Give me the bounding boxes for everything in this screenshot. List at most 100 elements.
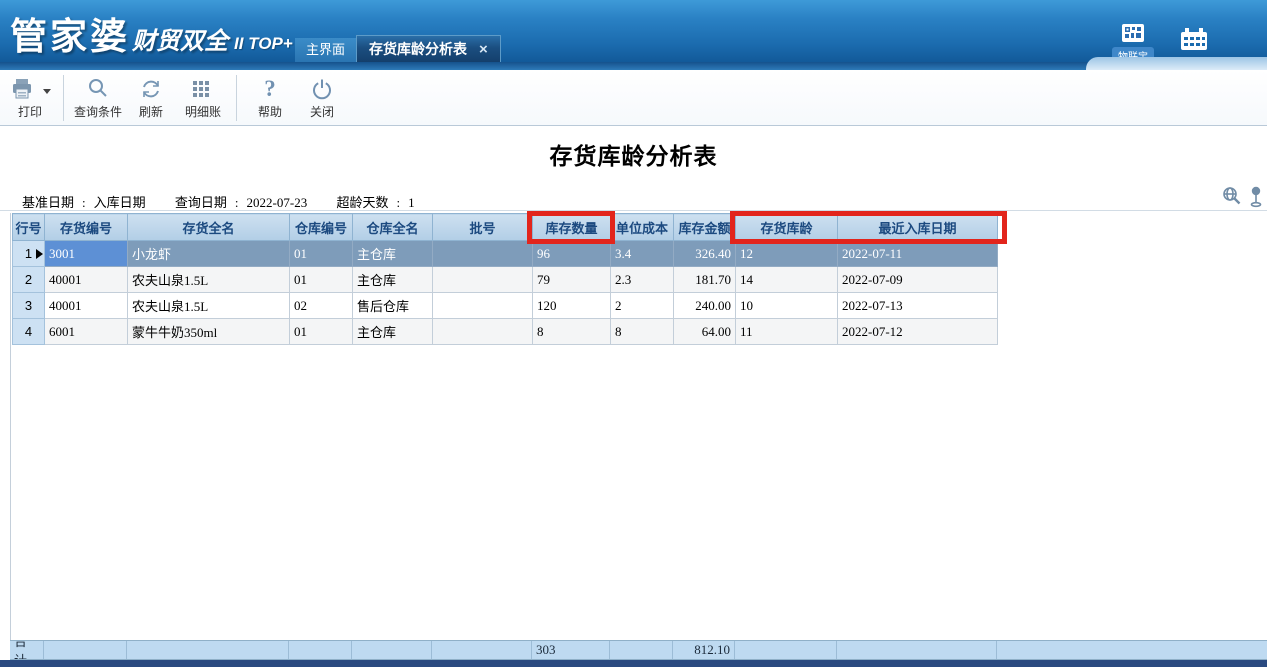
tab-bar: 主界面 存货库龄分析表 × <box>295 35 501 62</box>
search-icon <box>86 75 110 102</box>
cell[interactable]: 2022-07-13 <box>838 293 998 319</box>
close-icon[interactable]: × <box>479 42 488 57</box>
report-corner-tools <box>1221 186 1263 213</box>
cell[interactable]: 主仓库 <box>353 267 433 293</box>
product-name: 财贸双全 <box>132 21 228 56</box>
tab-main-label: 主界面 <box>306 42 345 57</box>
column-header-8[interactable]: 库存金额 <box>674 214 736 241</box>
filter-base-date: 基准日期:入库日期 <box>22 195 149 210</box>
cell[interactable]: 2.3 <box>611 267 674 293</box>
cell[interactable] <box>433 241 533 267</box>
refresh-button[interactable]: 刷新 <box>128 73 174 123</box>
chevron-down-icon[interactable] <box>43 89 51 94</box>
qr-code-icon <box>1120 31 1146 48</box>
cell[interactable]: 6001 <box>45 319 128 345</box>
printer-icon <box>10 75 34 102</box>
detail-ledger-label: 明细账 <box>185 103 221 120</box>
tab-report-label: 存货库龄分析表 <box>369 37 467 61</box>
cell[interactable]: 02 <box>290 293 353 319</box>
cell[interactable]: 181.70 <box>674 267 736 293</box>
cell[interactable]: 2022-07-11 <box>838 241 998 267</box>
cell[interactable]: 2 <box>611 293 674 319</box>
cell[interactable] <box>433 293 533 319</box>
cell[interactable]: 4 <box>13 319 45 345</box>
tab-inventory-aging-report[interactable]: 存货库龄分析表 × <box>356 35 501 62</box>
locate-icon[interactable] <box>1249 186 1263 213</box>
cell[interactable]: 3001 <box>45 241 128 267</box>
qty-total: 303 <box>532 641 610 659</box>
table-row[interactable]: 46001蒙牛牛奶350ml01主仓库8864.00112022-07-12 <box>13 319 998 345</box>
cell[interactable]: 01 <box>290 267 353 293</box>
column-header-6[interactable]: 库存数量 <box>533 214 611 241</box>
toolbar: 打印 查询条件 刷新 <box>0 70 1267 126</box>
cell[interactable]: 01 <box>290 319 353 345</box>
amount-total: 812.10 <box>673 641 735 659</box>
cell[interactable] <box>433 319 533 345</box>
cell[interactable]: 3.4 <box>611 241 674 267</box>
cell[interactable]: 小龙虾 <box>128 241 290 267</box>
query-conditions-label: 查询条件 <box>74 103 122 120</box>
cell[interactable]: 主仓库 <box>353 241 433 267</box>
cell[interactable]: 2022-07-09 <box>838 267 998 293</box>
tab-main[interactable]: 主界面 <box>295 38 356 62</box>
app-window: 管家婆 财贸双全 II TOP+ 物联宝 <box>0 0 1267 667</box>
calendar-icon[interactable] <box>1178 28 1210 57</box>
column-header-4[interactable]: 仓库全名 <box>353 214 433 241</box>
cell[interactable]: 01 <box>290 241 353 267</box>
cell[interactable]: 8 <box>611 319 674 345</box>
cell[interactable]: 售后仓库 <box>353 293 433 319</box>
query-conditions-button[interactable]: 查询条件 <box>74 73 122 123</box>
cell[interactable]: 326.40 <box>674 241 736 267</box>
column-header-2[interactable]: 存货全名 <box>128 214 290 241</box>
column-header-1[interactable]: 存货编号 <box>45 214 128 241</box>
totals-label: 合计 <box>10 641 44 659</box>
cell[interactable]: 1 <box>13 241 45 267</box>
detail-ledger-button[interactable]: 明细账 <box>180 73 226 123</box>
cell[interactable] <box>433 267 533 293</box>
column-header-0[interactable]: 行号 <box>13 214 45 241</box>
refresh-icon <box>139 75 163 102</box>
cell[interactable]: 2022-07-12 <box>838 319 998 345</box>
cell[interactable]: 12 <box>736 241 838 267</box>
column-header-3[interactable]: 仓库编号 <box>290 214 353 241</box>
cell[interactable]: 40001 <box>45 293 128 319</box>
print-button[interactable]: 打印 <box>7 73 53 123</box>
close-window-button[interactable]: 关闭 <box>299 73 345 123</box>
cell[interactable]: 3 <box>13 293 45 319</box>
cell[interactable]: 8 <box>533 319 611 345</box>
close-button-label: 关闭 <box>310 103 334 120</box>
cell[interactable]: 农夫山泉1.5L <box>128 293 290 319</box>
cell[interactable]: 11 <box>736 319 838 345</box>
cell[interactable]: 64.00 <box>674 319 736 345</box>
cell[interactable]: 79 <box>533 267 611 293</box>
cell[interactable]: 蒙牛牛奶350ml <box>128 319 290 345</box>
cell[interactable]: 主仓库 <box>353 319 433 345</box>
app-header: 管家婆 财贸双全 II TOP+ 物联宝 <box>0 0 1267 62</box>
cell[interactable]: 240.00 <box>674 293 736 319</box>
table-header-row: 行号存货编号存货全名仓库编号仓库全名批号库存数量单位成本库存金额存货库龄最近入库… <box>13 214 998 241</box>
column-header-5[interactable]: 批号 <box>433 214 533 241</box>
column-header-10[interactable]: 最近入库日期 <box>838 214 998 241</box>
inventory-aging-table: 行号存货编号存货全名仓库编号仓库全名批号库存数量单位成本库存金额存货库龄最近入库… <box>12 213 998 345</box>
table-row[interactable]: 240001农夫山泉1.5L01主仓库 792.3181.70142022-07-… <box>13 267 998 293</box>
table-row[interactable]: 340001农夫山泉1.5L02售后仓库 1202240.00102022-07-… <box>13 293 998 319</box>
filter-overage-days: 超龄天数:1 <box>336 195 414 210</box>
cell[interactable]: 96 <box>533 241 611 267</box>
cell[interactable]: 2 <box>13 267 45 293</box>
column-header-9[interactable]: 存货库龄 <box>736 214 838 241</box>
page-title: 存货库龄分析表 <box>0 137 1267 171</box>
edition-name: II TOP+ <box>234 34 293 54</box>
column-header-7[interactable]: 单位成本 <box>611 214 674 241</box>
help-button[interactable]: ? 帮助 <box>247 73 293 123</box>
cell[interactable]: 40001 <box>45 267 128 293</box>
zoom-icon[interactable] <box>1221 186 1243 213</box>
cell[interactable]: 10 <box>736 293 838 319</box>
power-icon <box>310 75 334 102</box>
filter-query-date: 查询日期:2022-07-23 <box>175 195 311 210</box>
header-divider <box>0 62 1267 70</box>
cell[interactable]: 14 <box>736 267 838 293</box>
table-row[interactable]: 13001小龙虾01主仓库 963.4326.40122022-07-11 <box>13 241 998 267</box>
app-logo: 管家婆 财贸双全 II TOP+ <box>10 6 293 60</box>
cell[interactable]: 农夫山泉1.5L <box>128 267 290 293</box>
cell[interactable]: 120 <box>533 293 611 319</box>
